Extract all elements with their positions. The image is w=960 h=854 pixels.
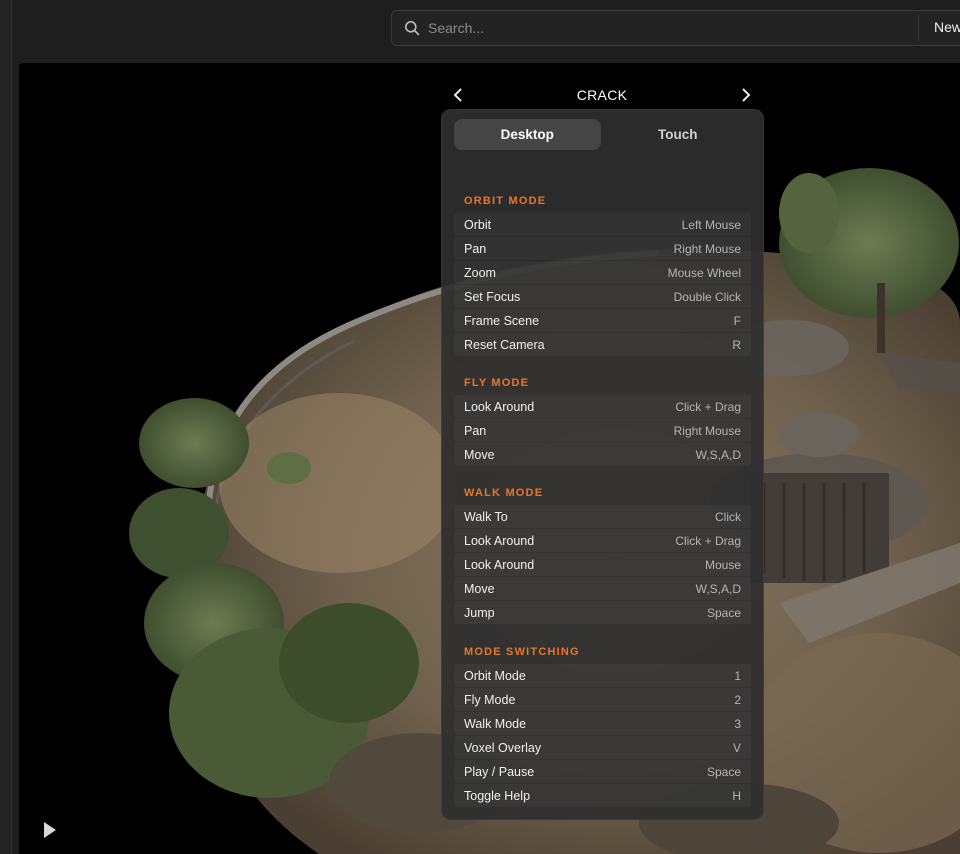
control-key: 1 [734, 668, 741, 683]
list-item: Reset Camera R [454, 333, 751, 356]
help-tabs: Desktop Touch [454, 119, 751, 150]
left-sidebar-edge [0, 0, 12, 854]
list-item: Voxel Overlay V [454, 736, 751, 759]
scene-title: CRACK [576, 87, 628, 103]
mode-switching-list: Orbit Mode 1 Fly Mode 2 Walk Mode 3 Voxel O… [454, 664, 751, 807]
control-key: W,S,A,D [695, 581, 741, 596]
control-action: Frame Scene [464, 313, 540, 328]
list-item: Set Focus Double Click [454, 285, 751, 308]
chevron-left-icon[interactable] [448, 85, 468, 105]
control-action: Reset Camera [464, 337, 545, 352]
list-item: Pan Right Mouse [454, 237, 751, 260]
control-action: Move [464, 581, 495, 596]
list-item: Look Around Click + Drag [454, 395, 751, 418]
list-item: Play / Pause Space [454, 760, 751, 783]
tab-desktop[interactable]: Desktop [454, 119, 601, 150]
section-title-walk-mode: WALK MODE [464, 487, 544, 499]
control-key: W,S,A,D [695, 447, 741, 462]
control-key: H [732, 788, 741, 803]
walk-mode-list: Walk To Click Look Around Click + Drag Loo… [454, 505, 751, 624]
control-action: Play / Pause [464, 764, 535, 779]
control-action: Toggle Help [464, 788, 531, 803]
control-action: Jump [464, 605, 495, 620]
new-button[interactable]: New [934, 19, 960, 35]
control-key: V [732, 740, 741, 755]
control-key: Space [706, 764, 741, 779]
control-action: Zoom [464, 265, 496, 280]
section-title-orbit-mode: ORBIT MODE [464, 195, 547, 207]
list-item: Toggle Help H [454, 784, 751, 807]
control-action: Look Around [464, 533, 535, 548]
control-key: Double Click [673, 289, 741, 304]
control-key: Mouse [704, 557, 741, 572]
control-action: Pan [464, 423, 487, 438]
control-key: Right Mouse [673, 423, 741, 438]
list-item: Move W,S,A,D [454, 443, 751, 466]
list-item: Frame Scene F [454, 309, 751, 332]
section-title-fly-mode: FLY MODE [464, 377, 530, 389]
list-item: Pan Right Mouse [454, 419, 751, 442]
control-key: Right Mouse [673, 241, 741, 256]
control-action: Walk Mode [464, 716, 527, 731]
viewer-title-bar: CRACK [440, 83, 764, 107]
chevron-right-icon[interactable] [736, 85, 756, 105]
tab-touch[interactable]: Touch [605, 119, 752, 150]
control-action: Voxel Overlay [464, 740, 542, 755]
list-item: Walk To Click [454, 505, 751, 528]
fly-mode-list: Look Around Click + Drag Pan Right Mouse M… [454, 395, 751, 466]
control-key: F [733, 313, 741, 328]
list-item: Look Around Mouse [454, 553, 751, 576]
list-item: Move W,S,A,D [454, 577, 751, 600]
control-action: Orbit Mode [464, 668, 526, 683]
list-item: Jump Space [454, 601, 751, 624]
list-item: Zoom Mouse Wheel [454, 261, 751, 284]
control-key: Click [715, 509, 741, 524]
control-key: Left Mouse [681, 217, 741, 232]
list-item: Fly Mode 2 [454, 688, 751, 711]
control-action: Fly Mode [464, 692, 516, 707]
orbit-mode-list: Orbit Left Mouse Pan Right Mouse Zoom Mouse… [454, 213, 751, 356]
search-icon [405, 21, 420, 36]
list-item: Walk Mode 3 [454, 712, 751, 735]
control-action: Move [464, 447, 495, 462]
search-bar[interactable]: New [391, 10, 960, 46]
control-key: Space [706, 605, 741, 620]
control-key: 3 [734, 716, 741, 731]
control-action: Set Focus [464, 289, 521, 304]
control-key: Click + Drag [675, 533, 741, 548]
control-key: Mouse Wheel [667, 265, 741, 280]
list-item: Look Around Click + Drag [454, 529, 751, 552]
control-action: Walk To [464, 509, 508, 524]
search-divider [918, 15, 919, 41]
control-action: Orbit [464, 217, 492, 232]
search-input[interactable] [428, 20, 898, 36]
control-key: 2 [734, 692, 741, 707]
play-icon[interactable] [40, 820, 60, 840]
control-action: Pan [464, 241, 487, 256]
control-key: Click + Drag [675, 399, 741, 414]
controls-help-panel: Desktop Touch ORBIT MODE Orbit Left Mouse… [441, 109, 764, 820]
control-action: Look Around [464, 557, 535, 572]
control-action: Look Around [464, 399, 535, 414]
control-key: R [732, 337, 741, 352]
list-item: Orbit Mode 1 [454, 664, 751, 687]
list-item: Orbit Left Mouse [454, 213, 751, 236]
section-title-mode-switching: MODE SWITCHING [464, 646, 580, 658]
